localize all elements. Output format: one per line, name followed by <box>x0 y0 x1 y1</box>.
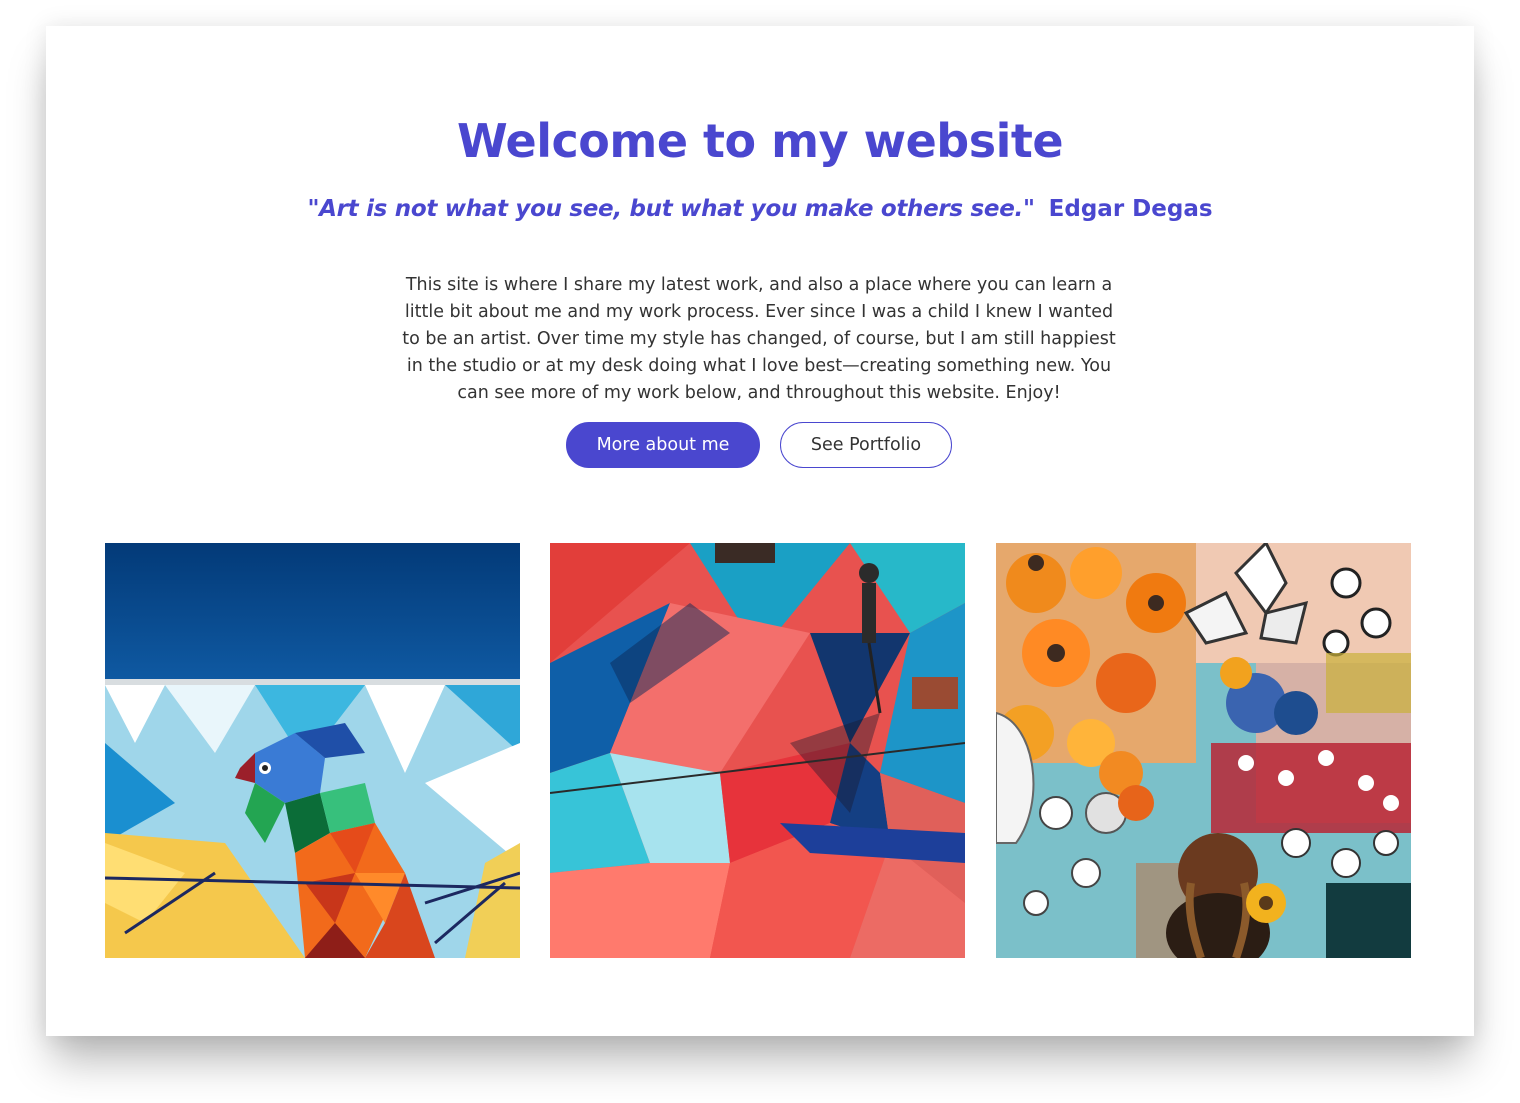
page-card: Welcome to my website "Art is not what y… <box>46 26 1474 1036</box>
mural-flowers-artwork <box>996 543 1411 958</box>
quote-author: Edgar Degas <box>1048 196 1213 222</box>
mural-bird-artwork <box>105 543 520 958</box>
gallery-image-bird[interactable] <box>105 543 520 958</box>
gallery-image-flowers[interactable] <box>996 543 1411 958</box>
see-portfolio-button[interactable]: See Portfolio <box>780 422 952 468</box>
quote-line: "Art is not what you see, but what you m… <box>46 196 1474 222</box>
quote-text: "Art is not what you see, but what you m… <box>307 196 1035 222</box>
intro-paragraph: This site is where I share my latest wor… <box>402 275 1116 403</box>
mural-abstract-artwork <box>550 543 965 958</box>
gallery-image-abstract[interactable] <box>550 543 965 958</box>
page-title: Welcome to my website <box>456 114 1064 168</box>
more-about-me-button[interactable]: More about me <box>566 422 760 468</box>
